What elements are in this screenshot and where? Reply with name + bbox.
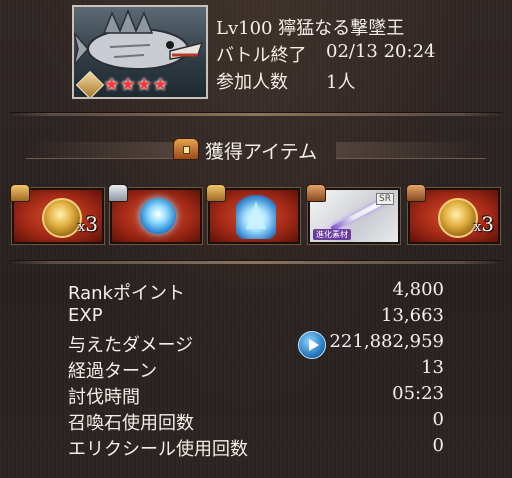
divider: [10, 260, 502, 264]
reward-item-4[interactable]: SR 進化素材: [306, 184, 400, 244]
divider: [10, 112, 502, 116]
stat-label: Rankポイント: [68, 283, 185, 304]
stat-value: 221,882,959: [329, 331, 444, 352]
gold-chest-icon: [206, 184, 226, 202]
reward-item-1[interactable]: x3: [10, 184, 104, 244]
stat-label: 召喚石使用回数: [68, 413, 194, 434]
participants-value: 1人: [326, 72, 356, 93]
reward-item-2[interactable]: [108, 184, 202, 244]
stat-row-summons: 召喚石使用回数 0: [68, 409, 444, 435]
participants-label: 参加人数: [216, 72, 288, 93]
reward-item-5[interactable]: x3: [406, 184, 500, 244]
rarity-stars: ★★★★: [104, 75, 169, 95]
ornament-right: [336, 142, 486, 159]
stat-label: 経過ターン: [68, 361, 158, 382]
stat-row-time: 討伐時間 05:23: [68, 383, 444, 409]
stat-row-elixirs: エリクシール使用回数 0: [68, 435, 444, 461]
boss-portrait: ★★★★: [72, 5, 208, 99]
battle-end-row: バトル終了 02/13 20:24: [216, 41, 435, 67]
gold-medallion-icon: [438, 198, 478, 238]
stat-value: 4,800: [392, 279, 444, 300]
stat-label: 討伐時間: [68, 387, 140, 408]
bronze-chest-icon: [406, 184, 426, 202]
participants-row: 参加人数 1人: [216, 68, 355, 94]
stat-value: 0: [432, 409, 444, 430]
stat-label: 与えたダメージ: [68, 335, 194, 356]
silver-chest-icon: [108, 184, 128, 202]
stat-row-turns: 経過ターン 13: [68, 357, 444, 383]
battle-end-label: バトル終了: [216, 45, 307, 66]
damage-detail-button[interactable]: [298, 331, 326, 359]
battle-end-time: 02/13 20:24: [326, 41, 436, 62]
stat-row-damage: 与えたダメージ 221,882,959: [68, 331, 444, 359]
gold-chest-icon: [10, 184, 30, 202]
ice-crystal-icon: [236, 195, 276, 239]
blue-orb-icon: [140, 198, 176, 234]
items-title: 獲得アイテム: [205, 141, 318, 163]
item-quantity: x3: [473, 212, 494, 236]
stat-label: エリクシール使用回数: [68, 439, 248, 460]
treasure-chest-icon: [173, 138, 199, 160]
stat-value: 13,663: [381, 305, 444, 326]
stat-label: EXP: [68, 305, 103, 326]
item-quantity: x3: [77, 212, 98, 236]
stat-row-exp: EXP 13,663: [68, 305, 444, 331]
bronze-chest-icon: [306, 184, 326, 202]
stat-value: 13: [421, 357, 444, 378]
stat-value: 05:23: [392, 383, 444, 404]
boss-name: Lv100 獰猛なる撃墜王: [216, 18, 405, 39]
stat-value: 0: [432, 435, 444, 456]
stat-row-rank-points: Rankポイント 4,800: [68, 279, 444, 305]
gold-medallion-icon: [42, 198, 82, 238]
ornament-left: [26, 142, 176, 159]
sr-badge: SR: [376, 193, 394, 205]
material-label: 進化素材: [313, 229, 351, 240]
reward-item-3[interactable]: [206, 184, 300, 244]
